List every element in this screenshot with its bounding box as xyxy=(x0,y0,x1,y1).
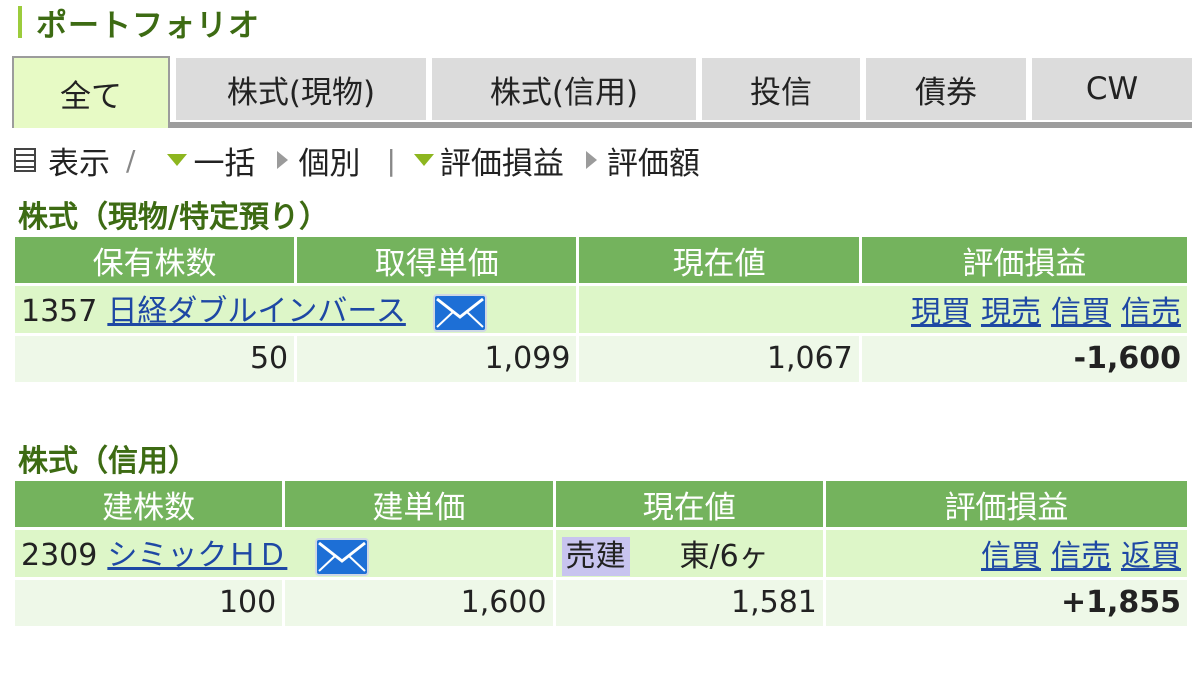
header-profit-loss: 評価損益 xyxy=(825,481,1187,527)
tab-bar: 全て 株式(現物) 株式(信用) 投信 債券 CW xyxy=(12,56,1192,128)
triangle-down-icon xyxy=(413,154,434,166)
quantity-value: 50 xyxy=(15,335,295,382)
table-row: 100 1,600 1,581 +1,855 xyxy=(15,579,1187,626)
stock-name-link[interactable]: 日経ダブルインバース xyxy=(107,294,406,329)
action-close-buy[interactable]: 返買 xyxy=(1121,539,1181,574)
profit-loss-value: -1,600 xyxy=(861,335,1187,382)
tab-bonds[interactable]: 債券 xyxy=(866,58,1026,120)
triangle-down-icon xyxy=(167,154,188,166)
bulk-label: 一括 xyxy=(193,145,256,182)
profit-loss-toggle[interactable]: 評価損益 xyxy=(413,138,564,183)
header-current-price: 現在値 xyxy=(555,481,823,527)
amount-toggle[interactable]: 評価額 xyxy=(564,138,700,183)
action-margin-sell[interactable]: 信売 xyxy=(1121,295,1181,330)
current-price-value: 1,581 xyxy=(555,579,823,626)
section-title-margin: 株式（信用） xyxy=(18,444,198,479)
trade-actions: 信買 信売 返買 xyxy=(825,530,1187,577)
page-header: ポートフォリオ xyxy=(18,2,260,44)
title-accent-bar xyxy=(18,6,22,38)
triangle-right-icon xyxy=(277,151,289,169)
unit-price-value: 1,600 xyxy=(285,579,553,626)
header-position-quantity: 建株数 xyxy=(15,481,283,527)
tab-funds[interactable]: 投信 xyxy=(702,58,860,120)
market-term: 東/6ヶ xyxy=(679,539,769,575)
action-spot-buy[interactable]: 現買 xyxy=(911,295,971,330)
amount-label: 評価額 xyxy=(606,145,700,182)
header-profit-loss: 評価損益 xyxy=(861,237,1187,283)
stock-name-cell: 2309 シミックＨＤ xyxy=(15,530,553,577)
table-header-row: 建株数 建単価 現在値 評価損益 xyxy=(15,481,1187,527)
header-position-price: 建単価 xyxy=(285,481,553,527)
mail-icon[interactable] xyxy=(433,293,488,333)
tab-stock-margin[interactable]: 株式(信用) xyxy=(432,58,696,120)
section-title-spot: 株式（現物/特定預り） xyxy=(18,200,329,235)
stock-name-link[interactable]: シミックＨＤ xyxy=(107,538,287,573)
header-quantity: 保有株数 xyxy=(15,237,295,283)
position-info-cell: 売建 東/6ヶ xyxy=(555,530,823,577)
action-spot-sell[interactable]: 現売 xyxy=(981,295,1041,330)
table-row: 1357 日経ダブルインバース 現買 現売 信買 信売 xyxy=(15,286,1187,333)
tab-stock-spot[interactable]: 株式(現物) xyxy=(176,58,426,120)
quantity-value: 100 xyxy=(15,579,283,626)
stock-code: 1357 xyxy=(21,294,98,329)
stock-code: 2309 xyxy=(21,538,98,573)
display-toolbar: 表示 / 一括 個別 | 評価損益 評価額 xyxy=(14,138,700,182)
slash-separator: / xyxy=(126,143,136,177)
spot-holdings-table: 保有株数 取得単価 現在値 評価損益 1357 日経ダブルインバース 現買 現売 信買… xyxy=(12,234,1190,385)
tab-all[interactable]: 全て xyxy=(12,56,170,128)
tab-cw[interactable]: CW xyxy=(1032,58,1192,120)
action-margin-sell[interactable]: 信売 xyxy=(1051,539,1111,574)
unit-price-value: 1,099 xyxy=(297,335,577,382)
action-margin-buy[interactable]: 信買 xyxy=(981,539,1041,574)
table-icon xyxy=(14,148,36,172)
mail-icon[interactable] xyxy=(314,537,369,577)
trade-actions: 現買 現売 信買 信売 xyxy=(579,286,1187,333)
position-side-badge: 売建 xyxy=(561,537,630,577)
display-label: 表示 xyxy=(48,145,110,182)
margin-holdings-table: 建株数 建単価 現在値 評価損益 2309 シミックＨＤ 売建 東/6ヶ 信買 信売返… xyxy=(12,478,1190,629)
table-header-row: 保有株数 取得単価 現在値 評価損益 xyxy=(15,237,1187,283)
table-row: 2309 シミックＨＤ 売建 東/6ヶ 信買 信売 返買 xyxy=(15,530,1187,577)
triangle-right-icon xyxy=(585,151,597,169)
current-price-value: 1,067 xyxy=(579,335,859,382)
header-unit-price: 取得単価 xyxy=(297,237,577,283)
individual-toggle[interactable]: 個別 xyxy=(255,138,360,183)
table-row: 50 1,099 1,067 -1,600 xyxy=(15,335,1187,382)
header-current-price: 現在値 xyxy=(579,237,859,283)
action-margin-buy[interactable]: 信買 xyxy=(1051,295,1111,330)
pipe-separator: | xyxy=(386,143,396,177)
stock-name-cell: 1357 日経ダブルインバース xyxy=(15,286,577,333)
bulk-toggle[interactable]: 一括 xyxy=(151,138,255,183)
profit-loss-label: 評価損益 xyxy=(439,145,564,182)
individual-label: 個別 xyxy=(298,145,361,182)
profit-loss-value: +1,855 xyxy=(825,579,1187,626)
tab-baseline xyxy=(12,122,1192,128)
page-title: ポートフォリオ xyxy=(36,7,260,44)
